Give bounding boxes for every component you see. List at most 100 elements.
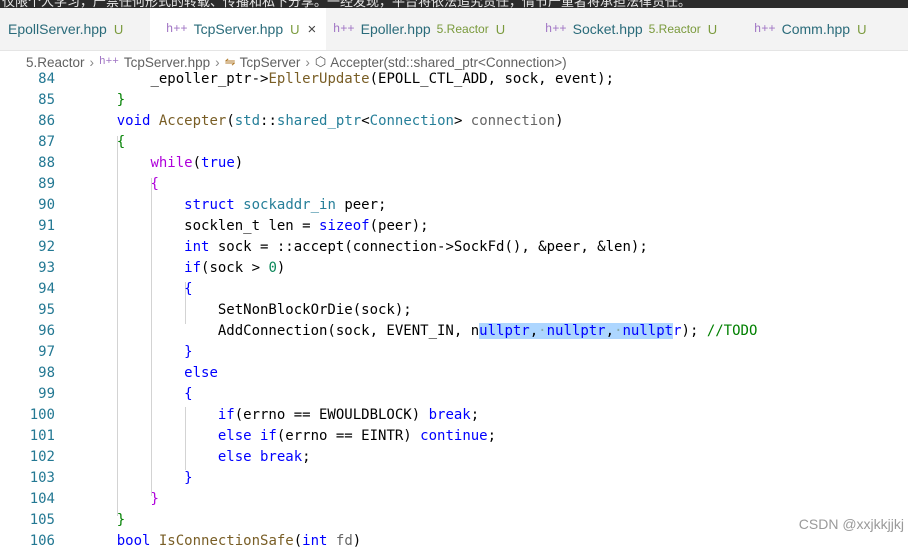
line-number: 87: [38, 134, 55, 150]
code-line: 92 int sock = ::accept(connection->SockF…: [0, 237, 908, 258]
tab-folder-hint: 5.Reactor: [436, 22, 489, 36]
code-line: 98 else: [0, 363, 908, 384]
line-number: 103: [29, 470, 55, 486]
chevron-right-icon: ›: [215, 54, 220, 70]
tab-status-badge: U: [707, 21, 718, 37]
line-number: 100: [29, 407, 55, 423]
code-line: 93 if(sock > 0): [0, 258, 908, 279]
line-number: 93: [38, 260, 55, 276]
cpp-header-icon: h++: [545, 22, 567, 36]
code-line: 105 }: [0, 510, 908, 531]
line-number: 101: [29, 428, 55, 444]
code-editor[interactable]: 84 _epoller_ptr->EpllerUpdate(EPOLL_CTL_…: [0, 71, 908, 549]
code-line: 87 {: [0, 132, 908, 153]
line-text: else: [184, 365, 218, 381]
line-text: AddConnection(sock, EVENT_IN, nullptr,·n…: [217, 323, 758, 339]
line-text: }: [116, 512, 126, 528]
line-number: 85: [38, 92, 55, 108]
code-line: 89 {: [0, 174, 908, 195]
code-line: 90 struct sockaddr_in peer;: [0, 195, 908, 216]
tab-folder-hint: 5.Reactor: [648, 22, 701, 36]
line-number: 102: [29, 449, 55, 465]
cpp-header-icon: h++: [166, 22, 188, 36]
line-text: }: [184, 344, 193, 360]
line-text: bool IsConnectionSafe(int fd): [116, 533, 362, 549]
tab-status-badge: U: [495, 21, 506, 37]
tab-epollserver[interactable]: EpollServer.hpp U: [0, 8, 158, 50]
tab-status-badge: U: [857, 21, 867, 37]
tab-label: EpollServer.hpp: [8, 21, 107, 37]
line-number: 104: [29, 491, 55, 507]
line-text: SetNonBlockOrDie(sock);: [217, 302, 412, 318]
tab-tcpserver[interactable]: h++ TcpServer.hpp U ×: [150, 8, 326, 50]
code-line: 106 bool IsConnectionSafe(int fd): [0, 531, 908, 552]
line-text: {: [150, 176, 159, 192]
line-number: 88: [38, 155, 55, 171]
code-line: 94 {: [0, 279, 908, 300]
code-line: 103 }: [0, 468, 908, 489]
code-line: 85 }: [0, 90, 908, 111]
line-text: struct sockaddr_in peer;: [184, 197, 387, 213]
line-text: {: [116, 134, 126, 150]
line-text: if(sock > 0): [184, 260, 286, 276]
line-number: 84: [38, 71, 55, 87]
breadcrumb-class[interactable]: TcpServer: [240, 55, 301, 70]
breadcrumb-file[interactable]: TcpServer.hpp: [124, 55, 210, 70]
line-text: int sock = ::accept(connection->SockFd()…: [184, 239, 648, 255]
cpp-header-icon: h++: [754, 22, 776, 36]
code-line: 100 if(errno == EWOULDBLOCK) break;: [0, 405, 908, 426]
tab-label: Comm.hpp: [781, 21, 851, 37]
line-number: 92: [38, 239, 55, 255]
line-number: 96: [38, 323, 55, 339]
code-line: 97 }: [0, 342, 908, 363]
line-text: {: [184, 281, 193, 297]
line-number: 86: [38, 113, 55, 129]
code-line: 104 }: [0, 489, 908, 510]
chevron-right-icon: ›: [89, 54, 95, 70]
code-line: 84 _epoller_ptr->EpllerUpdate(EPOLL_CTL_…: [0, 69, 908, 90]
chevron-right-icon: ›: [305, 54, 310, 70]
tab-label: TcpServer.hpp: [193, 21, 284, 37]
line-text: void Accepter(std::shared_ptr<Connection…: [116, 113, 564, 129]
line-number: 91: [38, 218, 55, 234]
line-number: 105: [29, 512, 55, 528]
line-number: 95: [38, 302, 55, 318]
code-line: 102 else break;: [0, 447, 908, 468]
line-text: _epoller_ptr->EpllerUpdate(EPOLL_CTL_ADD…: [150, 71, 615, 87]
line-text: else break;: [217, 449, 311, 465]
line-number: 97: [38, 344, 55, 360]
line-text: {: [184, 386, 193, 402]
tab-label: Epoller.hpp: [360, 21, 431, 37]
breadcrumb-folder[interactable]: 5.Reactor: [26, 55, 85, 70]
method-cube-icon: ⬡: [314, 54, 327, 69]
line-number: 98: [38, 365, 55, 381]
cpp-header-icon: h++: [99, 56, 119, 68]
tab-label: Socket.hpp: [572, 21, 643, 37]
code-line: 99 {: [0, 384, 908, 405]
tab-comm[interactable]: h++ Comm.hpp U: [754, 8, 904, 50]
editor-tab-bar: EpollServer.hpp U h++ TcpServer.hpp U × …: [0, 8, 908, 51]
code-line: 96 AddConnection(sock, EVENT_IN, nullptr…: [0, 321, 908, 342]
tab-status-badge: U: [113, 21, 124, 37]
line-number: 106: [29, 533, 55, 549]
tab-status-badge: U: [290, 21, 300, 37]
line-text: socklen_t len = sizeof(peer);: [184, 218, 429, 234]
line-number: 94: [38, 281, 55, 297]
close-icon[interactable]: ×: [308, 21, 317, 38]
code-line: 91 socklen_t len = sizeof(peer);: [0, 216, 908, 237]
line-text: }: [116, 92, 126, 108]
tab-socket[interactable]: h++ Socket.hpp 5.Reactor U: [545, 8, 745, 50]
code-line: 101 else if(errno == EINTR) continue;: [0, 426, 908, 447]
code-line: 86 void Accepter(std::shared_ptr<Connect…: [0, 111, 908, 132]
class-icon: ⇋: [224, 54, 236, 69]
line-text: else if(errno == EINTR) continue;: [217, 428, 497, 444]
cpp-header-icon: h++: [333, 22, 355, 36]
line-text: if(errno == EWOULDBLOCK) break;: [217, 407, 480, 423]
top-banner: 仅限个人学习，严禁任何形式的转载、传播和私下分享。一经发现，平台将依法追究责任，…: [0, 0, 908, 8]
code-line: 88 while(true): [0, 153, 908, 174]
watermark: CSDN @xxjkkjjkj: [798, 516, 904, 532]
tab-epoller[interactable]: h++ Epoller.hpp 5.Reactor U: [333, 8, 538, 50]
code-line: 95 SetNonBlockOrDie(sock);: [0, 300, 908, 321]
breadcrumb-method[interactable]: Accepter(std::shared_ptr<Connection>): [330, 55, 566, 70]
line-text: }: [184, 470, 193, 486]
